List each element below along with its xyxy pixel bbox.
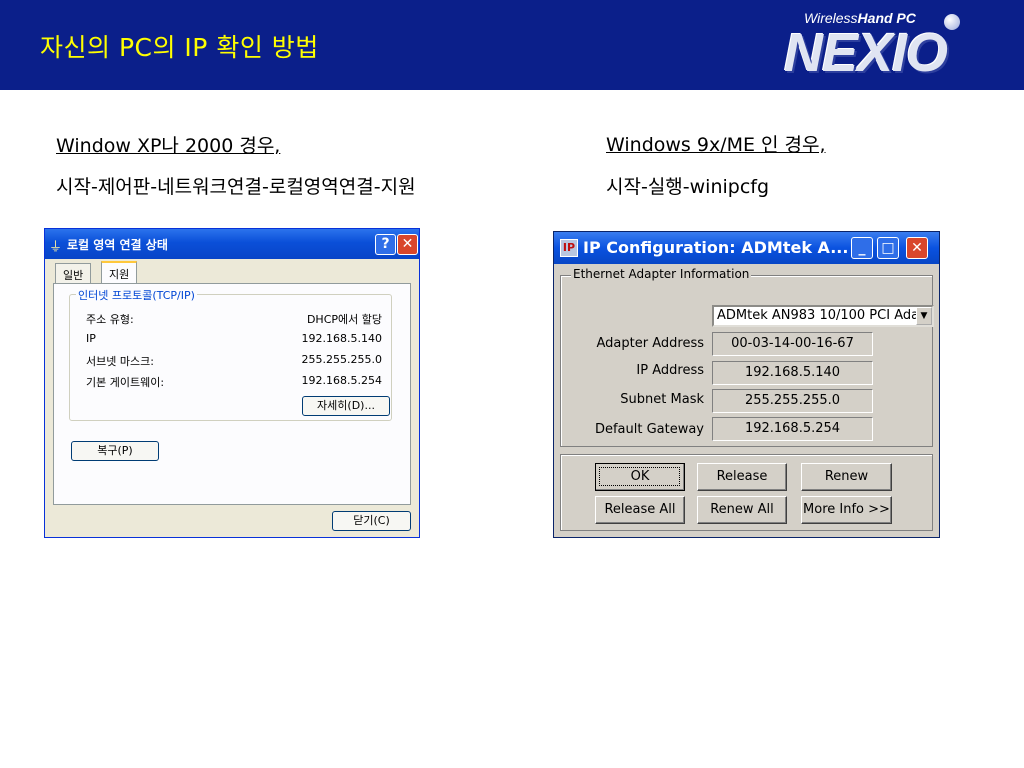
support-tab-panel: 인터넷 프로토콜(TCP/IP) 주소 유형: DHCP에서 할당 IP 192…: [53, 283, 411, 505]
renew-button[interactable]: Renew: [801, 463, 892, 491]
win9x-heading: Windows 9x/ME 인 경우,: [606, 134, 826, 156]
ip-address-field: 192.168.5.140: [712, 361, 873, 385]
ip-configuration-dialog: IP IP Configuration: ADMtek A... _ □ ✕ E…: [553, 231, 940, 538]
maximize-button[interactable]: □: [877, 237, 899, 259]
tab-general[interactable]: 일반: [55, 263, 92, 283]
network-connection-icon: ⏚: [49, 240, 63, 255]
row-value: 255.255.255.0: [301, 353, 382, 366]
ipconfig-titlebar: IP IP Configuration: ADMtek A... _ □ ✕: [554, 232, 939, 264]
slide-title: 자신의 PC의 IP 확인 방법: [40, 33, 319, 62]
xp-path-text: 시작-제어판-네트워크연결-로컬영역연결-지원: [56, 176, 416, 198]
release-button[interactable]: Release: [697, 463, 787, 491]
subnet-mask-label: Subnet Mask: [620, 392, 704, 407]
close-window-button[interactable]: ✕: [397, 234, 418, 255]
close-button[interactable]: 닫기(C): [332, 511, 411, 531]
row-value: DHCP에서 할당: [306, 313, 382, 326]
ip-config-icon: IP: [560, 239, 578, 257]
ipconfig-window-title: IP Configuration: ADMtek A...: [583, 238, 849, 257]
slide-header: 자신의 PC의 IP 확인 방법 WirelessHand PC NEXIO: [0, 0, 1024, 90]
ok-button[interactable]: OK: [595, 463, 685, 491]
row-label: 기본 게이트웨이:: [86, 376, 165, 389]
xp-heading: Window XP나 2000 경우,: [56, 135, 281, 157]
repair-button[interactable]: 복구(P): [71, 441, 159, 461]
tcpip-group: 인터넷 프로토콜(TCP/IP) 주소 유형: DHCP에서 할당 IP 192…: [69, 287, 392, 421]
adapter-info-group: Ethernet Adapter Information ADMtek AN98…: [560, 267, 934, 447]
close-window-button[interactable]: ✕: [906, 237, 928, 259]
nexio-logo: WirelessHand PC NEXIO: [780, 6, 1016, 86]
adapter-select[interactable]: ADMtek AN983 10/100 PCI Ada ▼: [712, 305, 934, 327]
row-label: IP: [86, 332, 96, 345]
more-info-button[interactable]: More Info >>: [801, 496, 892, 524]
minimize-button[interactable]: _: [851, 237, 873, 259]
help-button[interactable]: ?: [375, 234, 396, 255]
tcpip-group-label: 인터넷 프로토콜(TCP/IP): [76, 287, 197, 303]
adapter-address-label: Adapter Address: [596, 336, 704, 351]
chevron-down-icon[interactable]: ▼: [916, 307, 932, 325]
adapter-info-label: Ethernet Adapter Information: [571, 267, 752, 281]
row-value: 192.168.5.140: [301, 332, 382, 345]
ip-address-label: IP Address: [636, 363, 704, 378]
adapter-address-field: 00-03-14-00-16-67: [712, 332, 873, 356]
release-all-button[interactable]: Release All: [595, 496, 685, 524]
row-value: 192.168.5.254: [301, 374, 382, 387]
default-gateway-label: Default Gateway: [594, 422, 704, 437]
logo-wordmark: NEXIO: [784, 23, 948, 83]
renew-all-button[interactable]: Renew All: [697, 496, 787, 524]
details-button[interactable]: 자세히(D)...: [302, 396, 390, 416]
xp-titlebar: ⏚ 로컬 영역 연결 상태 ? ✕: [45, 229, 419, 259]
win9x-path-text: 시작-실행-winipcfg: [606, 176, 770, 198]
subnet-mask-field: 255.255.255.0: [712, 389, 873, 413]
row-label: 주소 유형:: [86, 313, 134, 326]
local-connection-status-dialog: ⏚ 로컬 영역 연결 상태 ? ✕ 일반 지원 인터넷 프로토콜(TCP/IP)…: [44, 228, 420, 538]
xp-window-title: 로컬 영역 연결 상태: [67, 238, 168, 252]
adapter-select-value: ADMtek AN983 10/100 PCI Ada: [717, 308, 920, 323]
row-label: 서브넷 마스크:: [86, 355, 154, 368]
default-gateway-field: 192.168.5.254: [712, 417, 873, 441]
tab-support[interactable]: 지원: [101, 261, 138, 284]
ipconfig-button-area: OK Release Renew Release All Renew All M…: [560, 454, 933, 531]
